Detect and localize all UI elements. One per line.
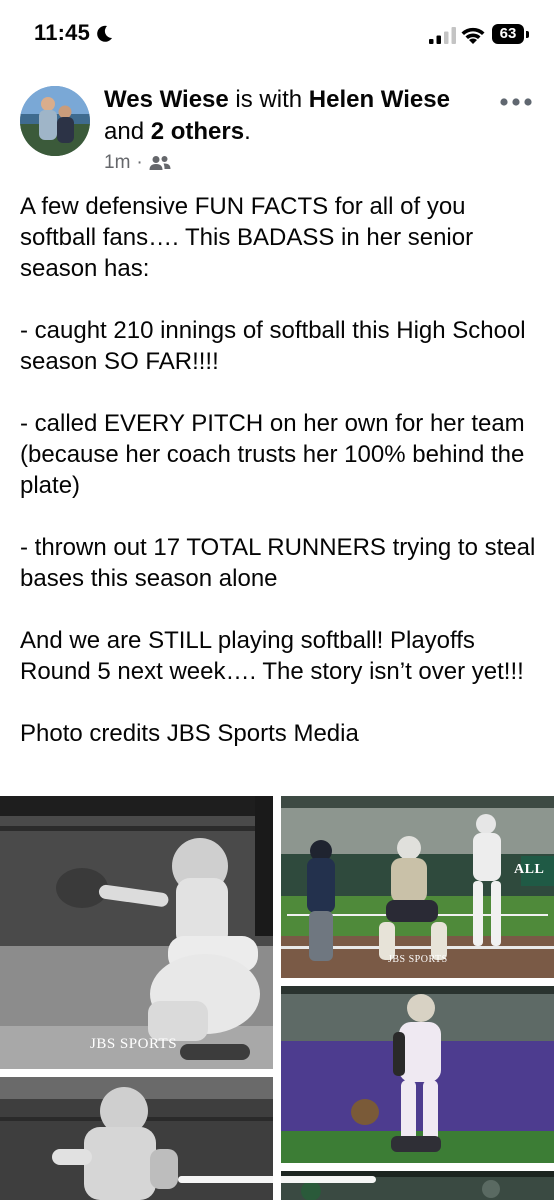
post-photo-3[interactable] [281, 986, 554, 1163]
photo-credits: Photo credits JBS Sports Media [20, 720, 359, 747]
post-meta: 1m · [104, 152, 171, 174]
photo-catcher-color [281, 796, 554, 978]
photo-watermark: JBS SPORTS [388, 954, 448, 965]
author-line-period: . [244, 118, 251, 145]
cellular-signal-icon [429, 27, 456, 44]
status-bar: 11:45 63 [0, 0, 554, 70]
photo-catcher-bw [0, 796, 273, 1069]
post-timestamp[interactable]: 1m [104, 152, 130, 174]
more-options-icon[interactable] [499, 97, 533, 107]
post-paragraph: A few defensive FUN FACTS for all of you… [20, 193, 474, 282]
and-text: and [104, 118, 145, 145]
tagged-others-link[interactable]: 2 others [151, 118, 244, 145]
post-photo-1[interactable]: JBS SPORTS [0, 796, 273, 1069]
post-author-line: Wes Wiese is with Helen Wiese and 2 othe… [104, 84, 494, 148]
wifi-icon [461, 27, 485, 44]
meta-separator: · [136, 152, 143, 173]
author-name[interactable]: Wes Wiese [104, 86, 229, 113]
home-indicator[interactable] [178, 1176, 376, 1183]
photo-banner-text: ALL [514, 862, 545, 877]
status-time: 11:45 [34, 20, 91, 45]
post-paragraph: - caught 210 innings of softball this Hi… [20, 317, 526, 375]
post-body: A few defensive FUN FACTS for all of you… [20, 191, 540, 749]
post-paragraph: - called EVERY PITCH on her own for her … [20, 410, 525, 499]
tagged-person[interactable]: Helen Wiese [309, 86, 450, 113]
with-text: is with [235, 86, 303, 113]
battery-level: 63 [499, 25, 517, 42]
post-photo-2[interactable]: ALL JBS SPORTS [281, 796, 554, 978]
avatar-photo [20, 86, 90, 156]
post-paragraph: - thrown out 17 TOTAL RUNNERS trying to … [20, 534, 536, 592]
friends-audience-icon[interactable] [149, 155, 171, 171]
battery-indicator: 63 [492, 24, 530, 46]
photo-catcher-standing [281, 986, 554, 1163]
post-paragraph: And we are STILL playing softball! Playo… [20, 627, 524, 685]
author-avatar[interactable] [20, 86, 90, 156]
moon-icon [97, 25, 112, 42]
photo-watermark: JBS SPORTS [90, 1036, 178, 1052]
